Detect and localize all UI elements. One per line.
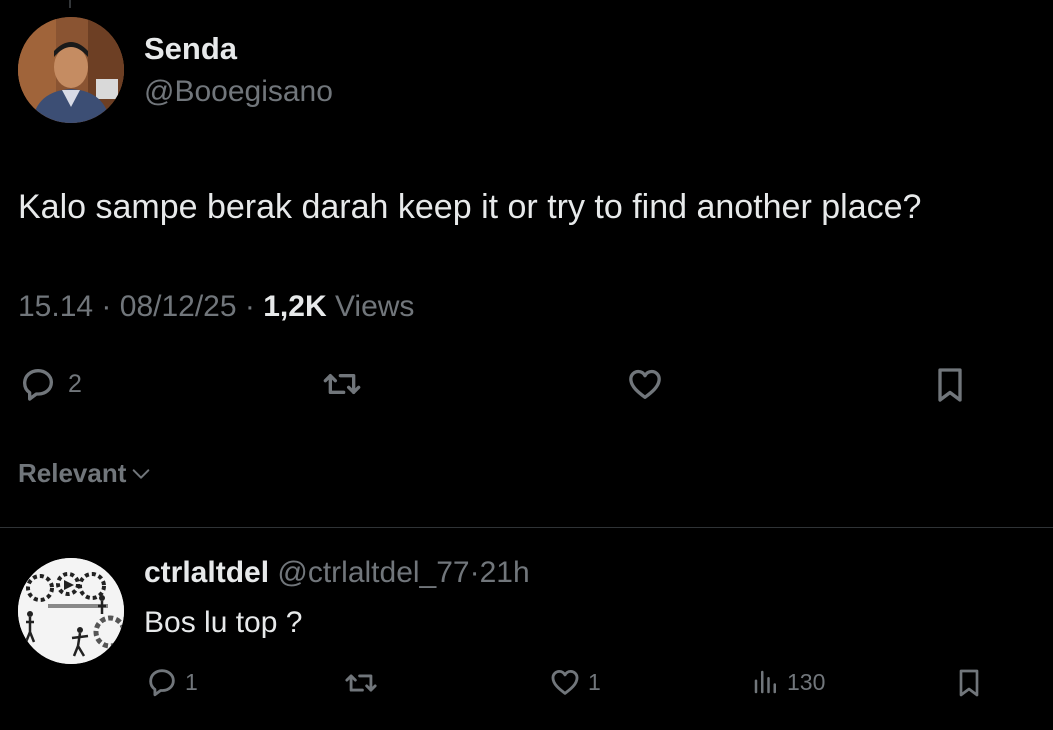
tweet-meta: 15.14 · 08/12/25 · 1,2K Views <box>18 290 414 324</box>
reply-retweet-button[interactable] <box>343 666 379 700</box>
author-handle[interactable]: @Booegisano <box>144 75 333 109</box>
analytics-bars-icon <box>754 670 776 694</box>
heart-icon <box>551 669 579 695</box>
reply-bubble-icon <box>23 369 53 401</box>
retweet-icon <box>323 374 361 394</box>
retweet-button[interactable] <box>321 364 363 404</box>
retweet-icon <box>345 674 377 692</box>
reply-views-count: 130 <box>787 668 826 695</box>
sort-label: Relevant <box>18 458 127 488</box>
heart-icon <box>629 369 661 399</box>
reply-author-name[interactable]: ctrlaltdel <box>144 556 269 589</box>
author-name[interactable]: Senda <box>144 31 237 67</box>
section-divider <box>0 527 1053 528</box>
bookmark-button[interactable] <box>930 364 970 406</box>
reply-reply-button[interactable]: 1 <box>145 665 198 699</box>
meta-separator: · <box>101 290 112 323</box>
reply-header: ctrlaltdel @ctrlaltdel_77·21h <box>144 556 530 590</box>
reply-like-button[interactable]: 1 <box>548 665 601 699</box>
like-button[interactable] <box>625 364 665 404</box>
reply-reply-count: 1 <box>185 668 198 695</box>
reply-author-avatar-image <box>18 558 124 664</box>
reply-bubble-icon <box>149 669 175 697</box>
reply-timestamp[interactable]: 21h <box>480 556 530 589</box>
reply-like-count: 1 <box>588 668 601 695</box>
tweet-time[interactable]: 15.14 <box>18 290 93 323</box>
tweet-text: Kalo sampe berak darah keep it or try to… <box>18 188 922 226</box>
tweet-date[interactable]: 08/12/25 <box>120 290 237 323</box>
reply-count: 2 <box>68 369 82 398</box>
author-avatar-image <box>18 17 124 123</box>
reply-text: Bos lu top ? <box>144 606 303 639</box>
reply-author-avatar[interactable] <box>18 558 124 664</box>
views-label: Views <box>334 290 415 323</box>
reply-views-button[interactable]: 130 <box>751 665 825 699</box>
bookmark-icon <box>959 669 979 697</box>
chevron-down-icon <box>133 468 150 479</box>
views-count: 1,2K <box>263 290 327 323</box>
meta-separator: · <box>244 290 255 323</box>
reply-separator: · <box>469 556 480 589</box>
reply-author-handle[interactable]: @ctrlaltdel_77 <box>277 556 469 589</box>
sort-replies-dropdown[interactable]: Relevant <box>18 458 152 489</box>
author-avatar[interactable] <box>18 17 124 123</box>
reply-bookmark-button[interactable] <box>953 665 985 701</box>
thread-connector-line <box>69 0 71 8</box>
reply-button[interactable]: 2 <box>18 364 82 404</box>
bookmark-icon <box>938 368 962 402</box>
